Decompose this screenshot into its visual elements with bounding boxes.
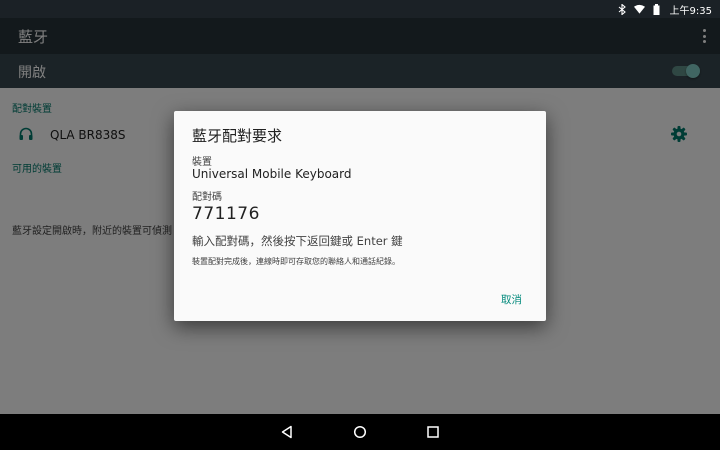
device-label: 裝置 xyxy=(192,157,212,168)
pairing-instruction: 輸入配對碼，然後按下返回鍵或 Enter 鍵 xyxy=(192,234,403,248)
back-icon[interactable] xyxy=(278,423,296,441)
home-icon[interactable] xyxy=(351,423,369,441)
pairing-code-label: 配對碼 xyxy=(192,192,222,203)
pairing-dialog: 藍牙配對要求 裝置 Universal Mobile Keyboard 配對碼 … xyxy=(174,111,546,321)
status-time: 上午9:35 xyxy=(669,5,712,17)
pairing-code: 771176 xyxy=(192,204,260,224)
navigation-bar xyxy=(0,414,720,450)
wifi-icon xyxy=(633,4,645,15)
device-name-value: Universal Mobile Keyboard xyxy=(192,167,352,181)
pairing-note: 裝置配對完成後，連線時即可存取您的聯絡人和通話紀錄。 xyxy=(192,257,400,266)
cancel-button[interactable]: 取消 xyxy=(497,290,526,309)
dialog-title: 藍牙配對要求 xyxy=(192,127,283,145)
battery-icon xyxy=(651,3,662,15)
recents-icon[interactable] xyxy=(424,423,442,441)
status-bar: 上午9:35 xyxy=(0,0,720,18)
bluetooth-icon xyxy=(617,3,628,15)
